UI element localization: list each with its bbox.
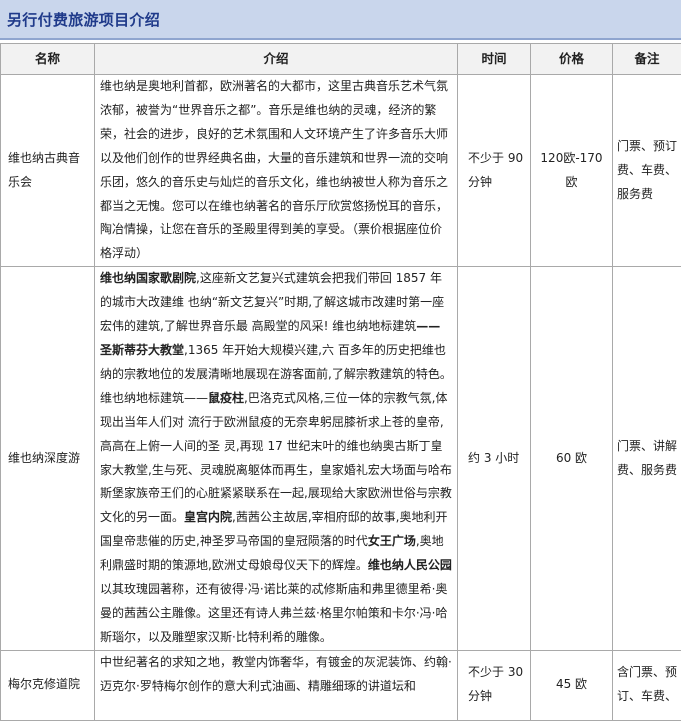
tour-table: 名称 介绍 时间 价格 备注 维也纳古典音乐会维也纳是奥地利首都，欧洲著名的大都…: [0, 43, 681, 721]
header-time: 时间: [458, 44, 531, 75]
cell-name: 维也纳深度游: [1, 267, 95, 651]
cell-note: 含门票、预订、车费、: [613, 650, 681, 720]
table-body: 维也纳古典音乐会维也纳是奥地利首都，欧洲著名的大都市，这里古典音乐艺术气氛浓郁，…: [1, 75, 681, 721]
desc-highlight: 维也纳国家歌剧院: [100, 271, 196, 285]
cell-time: 不少于 30 分钟: [458, 650, 531, 720]
cell-time: 不少于 90 分钟: [458, 75, 531, 267]
desc-text: 中世纪著名的求知之地，教堂内饰奢华，有镀金的灰泥装饰、约翰·迈克尔·罗特梅尔创作…: [100, 655, 452, 693]
header-desc: 介绍: [95, 44, 458, 75]
desc-highlight: 皇宫内院: [184, 510, 232, 524]
cell-note: 门票、预订费、车费、服务费: [613, 75, 681, 267]
cell-note: 门票、讲解费、服务费: [613, 267, 681, 651]
cell-name: 梅尔克修道院: [1, 650, 95, 720]
table-row: 维也纳深度游维也纳国家歌剧院,这座新文艺复兴式建筑会把我们带回 1857 年的城…: [1, 267, 681, 651]
cell-desc: 中世纪著名的求知之地，教堂内饰奢华，有镀金的灰泥装饰、约翰·迈克尔·罗特梅尔创作…: [95, 650, 458, 720]
header-name: 名称: [1, 44, 95, 75]
desc-text: ,巴洛克式风格,三位一体的宗教气氛,体现出当年人们对 流行于欧洲鼠疫的无奈卑躬屈…: [100, 391, 452, 525]
desc-highlight: 女王广场: [368, 534, 416, 548]
desc-highlight: 维也纳人民公园: [368, 558, 452, 572]
table-row: 梅尔克修道院中世纪著名的求知之地，教堂内饰奢华，有镀金的灰泥装饰、约翰·迈克尔·…: [1, 650, 681, 720]
header-note: 备注: [613, 44, 681, 75]
page-title: 另行付费旅游项目介绍: [7, 9, 160, 30]
desc-highlight: 鼠疫柱: [208, 391, 244, 405]
cell-time: 约 3 小时: [458, 267, 531, 651]
cell-price: 45 欧: [531, 650, 613, 720]
title-bar: 另行付费旅游项目介绍: [0, 0, 681, 40]
cell-desc: 维也纳国家歌剧院,这座新文艺复兴式建筑会把我们带回 1857 年的城市大改建维 …: [95, 267, 458, 651]
cell-price: 120欧-170欧: [531, 75, 613, 267]
desc-text: 以其玫瑰园著称，还有彼得·冯·诺比莱的忒修斯庙和弗里德里希·奥曼的茜茜公主雕像。…: [100, 582, 447, 644]
header-price: 价格: [531, 44, 613, 75]
desc-text: 维也纳是奥地利首都，欧洲著名的大都市，这里古典音乐艺术气氛浓郁，被誉为“世界音乐…: [100, 79, 448, 260]
cell-price: 60 欧: [531, 267, 613, 651]
table-row: 维也纳古典音乐会维也纳是奥地利首都，欧洲著名的大都市，这里古典音乐艺术气氛浓郁，…: [1, 75, 681, 267]
cell-name: 维也纳古典音乐会: [1, 75, 95, 267]
table-header-row: 名称 介绍 时间 价格 备注: [1, 44, 681, 75]
cell-desc: 维也纳是奥地利首都，欧洲著名的大都市，这里古典音乐艺术气氛浓郁，被誉为“世界音乐…: [95, 75, 458, 267]
